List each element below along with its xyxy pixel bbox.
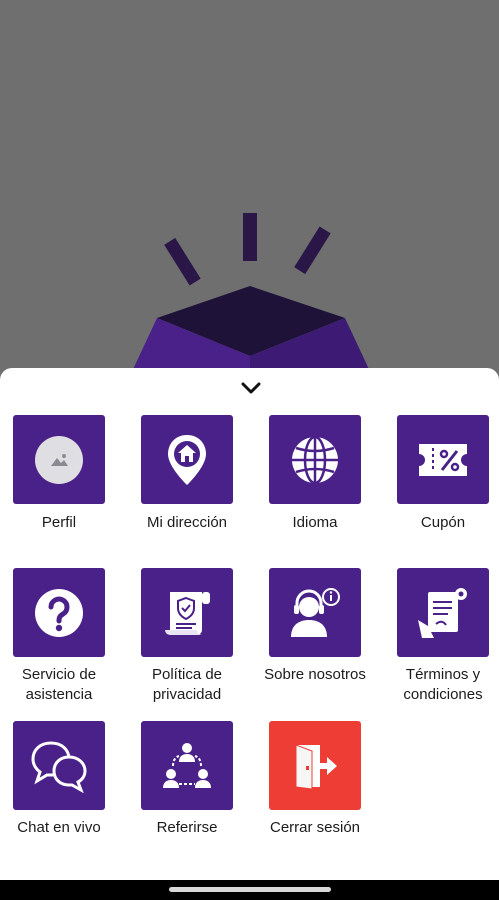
privacy-policy-label: Política de privacidad xyxy=(125,665,249,705)
live-chat-label: Chat en vivo xyxy=(17,819,101,836)
coupon-tile[interactable] xyxy=(397,415,489,504)
chevron-down-icon xyxy=(241,382,261,394)
support-service-tile[interactable] xyxy=(13,568,105,657)
about-us-tile[interactable] xyxy=(269,568,361,657)
language-label: Idioma xyxy=(292,514,338,531)
coupon-label: Cupón xyxy=(420,514,466,531)
logout-label: Cerrar sesión xyxy=(269,819,361,836)
chat-bubbles-icon xyxy=(31,740,87,793)
collapse-sheet-button[interactable] xyxy=(238,378,264,398)
terms-tile[interactable] xyxy=(397,568,489,657)
globe-icon xyxy=(292,435,338,484)
terms-label: Términos y condiciones xyxy=(381,665,499,705)
logout-door-icon xyxy=(295,743,337,790)
about-us-label: Sobre nosotros xyxy=(264,666,366,683)
my-address-label: Mi dirección xyxy=(146,514,228,531)
location-home-icon xyxy=(168,434,206,485)
my-address-tile[interactable] xyxy=(141,415,233,504)
box-logo-illustration xyxy=(128,213,374,380)
privacy-policy-tile[interactable] xyxy=(141,568,233,657)
terms-document-icon xyxy=(418,587,467,638)
referral-label: Referirse xyxy=(156,819,218,836)
live-chat-tile[interactable] xyxy=(13,721,105,810)
profile-tile[interactable] xyxy=(13,415,105,504)
home-gesture-handle[interactable] xyxy=(169,887,331,892)
privacy-policy-text: Política de privacidad xyxy=(151,666,223,703)
language-tile[interactable] xyxy=(269,415,361,504)
avatar-placeholder-icon xyxy=(35,435,83,484)
privacy-document-icon xyxy=(165,591,210,635)
support-agent-icon xyxy=(291,587,340,637)
referral-tile[interactable] xyxy=(141,721,233,810)
coupon-icon xyxy=(419,443,467,476)
profile-label: Perfil xyxy=(41,514,77,531)
logout-tile[interactable] xyxy=(269,721,361,810)
referral-network-icon xyxy=(163,742,211,788)
support-service-text: Servicio de asistencia xyxy=(21,666,97,703)
terms-text: Términos y condiciones xyxy=(403,666,483,703)
support-service-label: Servicio de asistencia xyxy=(0,665,121,705)
question-icon xyxy=(35,588,83,637)
